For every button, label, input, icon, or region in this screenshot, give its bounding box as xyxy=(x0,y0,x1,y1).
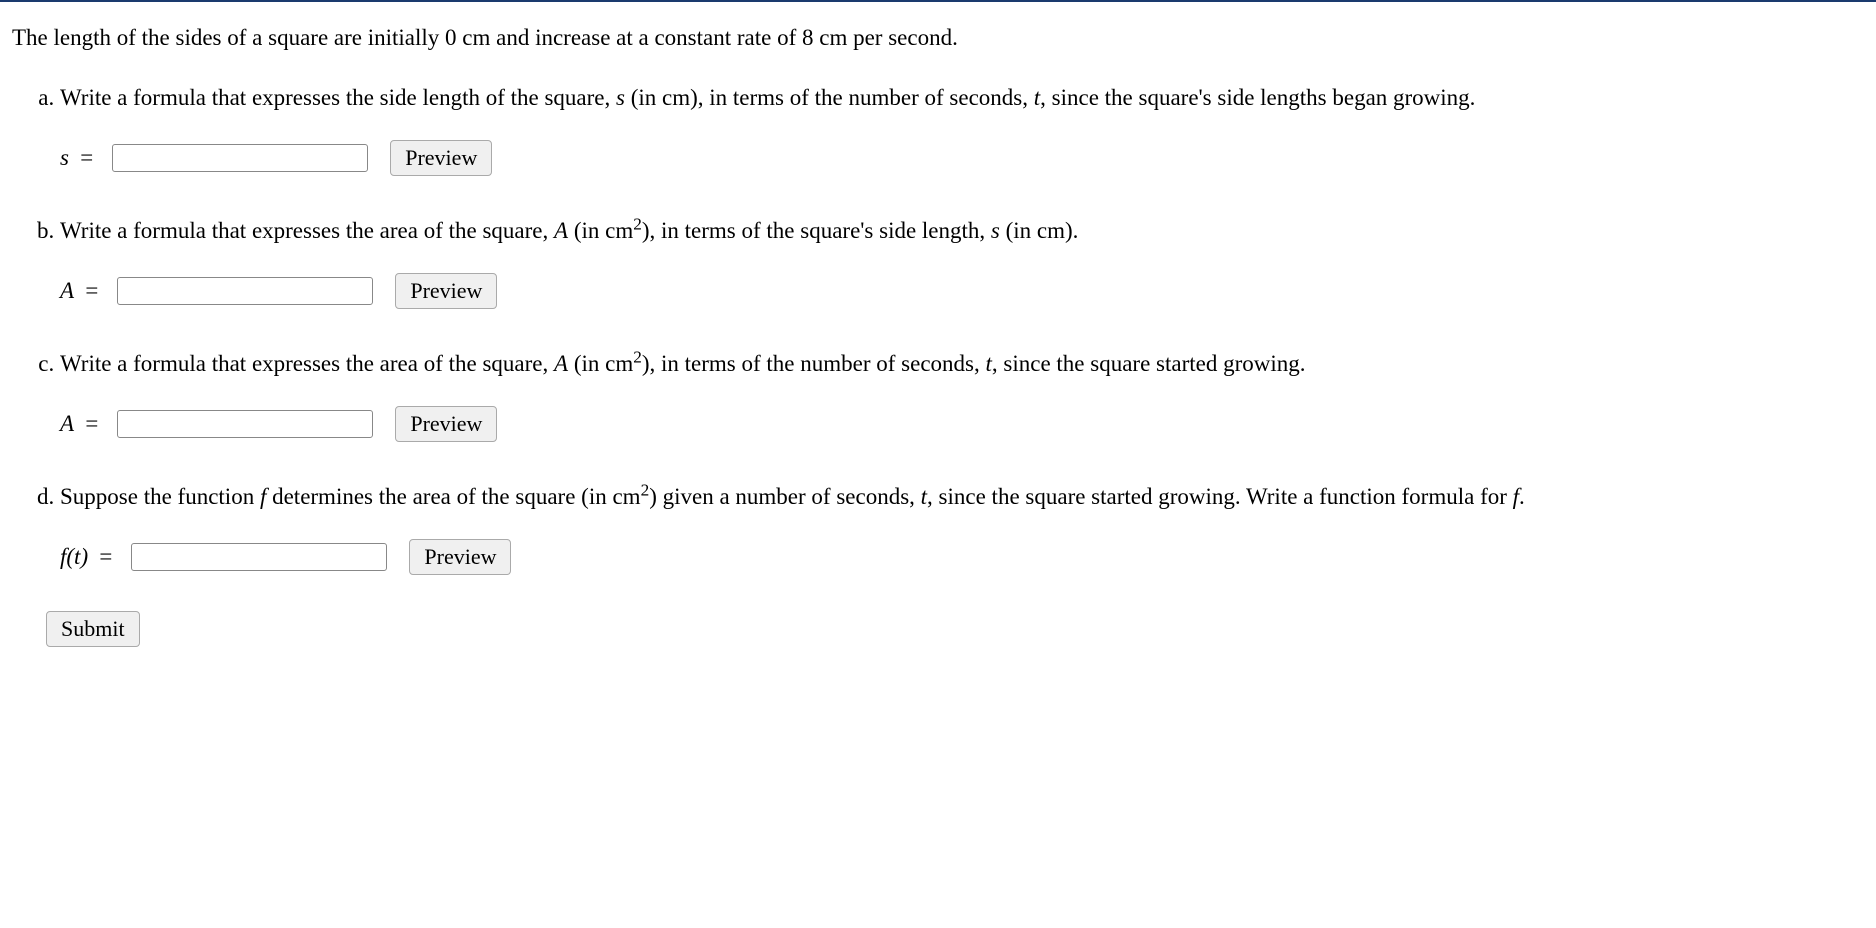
question-content: The length of the sides of a square are … xyxy=(0,22,1876,667)
part-b-label-var: A xyxy=(60,278,74,303)
part-a-preview-button[interactable]: Preview xyxy=(390,140,492,176)
part-d-label-full: f(t) xyxy=(60,544,88,569)
part-b-preview-button[interactable]: Preview xyxy=(395,273,497,309)
part-c-sup: 2 xyxy=(633,347,642,366)
part-d-input[interactable] xyxy=(131,543,387,571)
submit-button[interactable]: Submit xyxy=(46,611,140,647)
part-c-text-after: , since the square started growing. xyxy=(992,351,1306,376)
part-a-label-eq: = xyxy=(73,145,94,170)
question-list: Write a formula that expresses the side … xyxy=(12,82,1864,575)
part-b-answer-row: A = Preview xyxy=(60,273,1864,309)
part-b-sup: 2 xyxy=(633,214,642,233)
part-a-label-var: s xyxy=(60,145,69,170)
part-d-text-mid2: ) given a number of seconds, xyxy=(649,484,920,509)
part-d-answer-row: f(t) = Preview xyxy=(60,539,1864,575)
part-c-label: A = xyxy=(60,408,103,440)
top-border xyxy=(0,0,1876,2)
part-c-input[interactable] xyxy=(117,410,373,438)
part-b-text-mid2: ), in terms of the square's side length, xyxy=(642,218,991,243)
part-d-prompt: Suppose the function f determines the ar… xyxy=(60,484,1525,509)
part-a: Write a formula that expresses the side … xyxy=(60,82,1864,176)
part-c-var-A: A xyxy=(554,351,568,376)
part-d-preview-button[interactable]: Preview xyxy=(409,539,511,575)
part-b-text-mid1: (in cm xyxy=(568,218,633,243)
part-d-text-after: , since the square started growing. Writ… xyxy=(927,484,1513,509)
part-c-label-var: A xyxy=(60,411,74,436)
part-a-var-s: s xyxy=(616,85,625,110)
part-c-prompt: Write a formula that expresses the area … xyxy=(60,351,1306,376)
part-c: Write a formula that expresses the area … xyxy=(60,345,1864,442)
part-a-text-before: Write a formula that expresses the side … xyxy=(60,85,616,110)
part-c-preview-button[interactable]: Preview xyxy=(395,406,497,442)
part-c-text-mid1: (in cm xyxy=(568,351,633,376)
part-a-label: s = xyxy=(60,142,98,174)
part-b-text-before: Write a formula that expresses the area … xyxy=(60,218,554,243)
part-a-text-after: , since the square's side lengths began … xyxy=(1040,85,1475,110)
part-b: Write a formula that expresses the area … xyxy=(60,212,1864,309)
part-b-prompt: Write a formula that expresses the area … xyxy=(60,218,1078,243)
part-a-prompt: Write a formula that expresses the side … xyxy=(60,85,1475,110)
part-b-var-A: A xyxy=(554,218,568,243)
part-d-sup: 2 xyxy=(641,480,650,499)
part-b-label-eq: = xyxy=(78,278,99,303)
part-d-text-before: Suppose the function xyxy=(60,484,260,509)
part-d-text-end: . xyxy=(1519,484,1525,509)
part-c-text-before: Write a formula that expresses the area … xyxy=(60,351,554,376)
submit-container: Submit xyxy=(12,611,1864,647)
part-a-answer-row: s = Preview xyxy=(60,140,1864,176)
part-c-answer-row: A = Preview xyxy=(60,406,1864,442)
part-d-text-mid1: determines the area of the square (in cm xyxy=(266,484,640,509)
intro-text: The length of the sides of a square are … xyxy=(12,22,1864,54)
part-d-label-eq: = xyxy=(92,544,113,569)
part-b-text-after: (in cm). xyxy=(1000,218,1079,243)
part-c-text-mid2: ), in terms of the number of seconds, xyxy=(642,351,986,376)
part-b-var-s: s xyxy=(991,218,1000,243)
part-a-input[interactable] xyxy=(112,144,368,172)
part-b-label: A = xyxy=(60,275,103,307)
part-d-label: f(t) = xyxy=(60,541,117,573)
part-a-text-mid1: (in cm), in terms of the number of secon… xyxy=(625,85,1034,110)
part-d: Suppose the function f determines the ar… xyxy=(60,478,1864,575)
part-c-label-eq: = xyxy=(78,411,99,436)
part-b-input[interactable] xyxy=(117,277,373,305)
